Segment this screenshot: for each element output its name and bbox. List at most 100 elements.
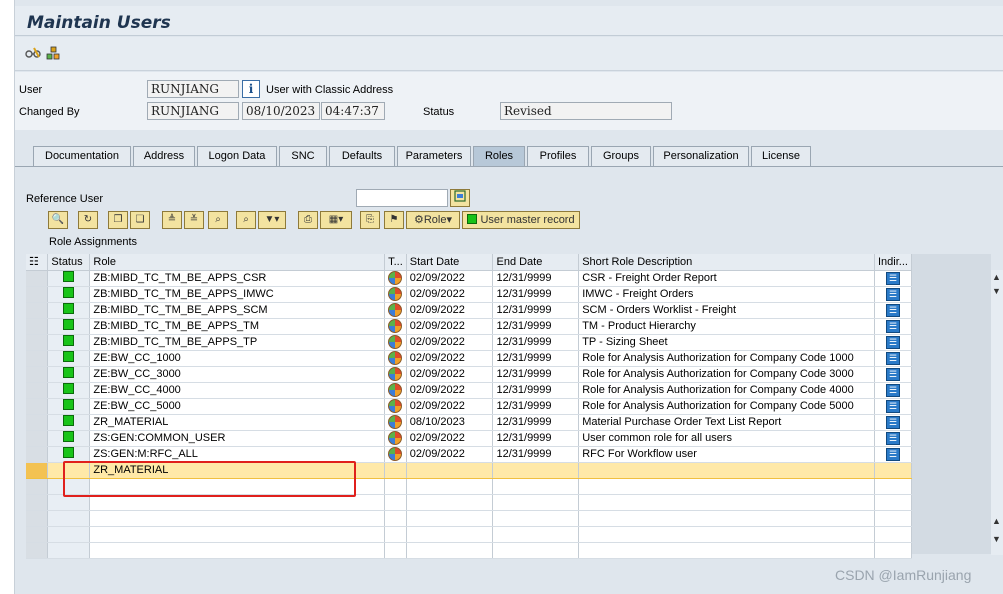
print-icon[interactable]: ⎙ [298, 211, 318, 229]
row-selector[interactable] [26, 414, 49, 431]
reference-user-input[interactable] [356, 189, 448, 207]
tab-address[interactable]: Address [133, 146, 195, 167]
tab-snc[interactable]: SNC [279, 146, 327, 167]
end-date-cell[interactable]: 12/31/9999 [492, 318, 580, 335]
table-row[interactable]: ZB:MIBD_TC_TM_BE_APPS_CSR 02/09/2022 12/31… [26, 270, 912, 287]
details-list-icon[interactable]: ☰ [886, 271, 900, 285]
select-all-icon[interactable]: ☷ [26, 254, 49, 271]
end-date-cell[interactable]: 12/31/9999 [492, 302, 580, 319]
export-icon[interactable]: ⎘ [360, 211, 380, 229]
start-date-cell[interactable]: 02/09/2022 [406, 318, 494, 335]
details-list-icon[interactable]: ☰ [886, 319, 900, 333]
role-cell[interactable]: ZE:BW_CC_5000 [89, 398, 386, 415]
end-date-cell[interactable] [492, 478, 580, 495]
table-row[interactable]: ZR_MATERIAL 08/10/2023 12/31/9999 Material … [26, 414, 912, 431]
table-row[interactable]: ZE:BW_CC_3000 02/09/2022 12/31/9999 Role fo… [26, 366, 912, 383]
table-row[interactable]: ZB:MIBD_TC_TM_BE_APPS_TP 02/09/2022 12/31/… [26, 334, 912, 351]
details-list-icon[interactable]: ☰ [886, 431, 900, 445]
tab-license[interactable]: License [751, 146, 811, 167]
row-selector[interactable] [26, 302, 49, 319]
table-row[interactable]: ZB:MIBD_TC_TM_BE_APPS_SCM 02/09/2022 12/31… [26, 302, 912, 319]
indirect-cell[interactable]: ☰ [874, 318, 912, 335]
indirect-cell[interactable]: ☰ [874, 286, 912, 303]
end-date-cell[interactable]: 12/31/9999 [492, 398, 580, 415]
tab-logon-data[interactable]: Logon Data [197, 146, 277, 167]
start-date-cell[interactable]: 02/09/2022 [406, 334, 494, 351]
role-cell[interactable]: ZS:GEN:COMMON_USER [89, 430, 386, 447]
start-date-cell[interactable] [406, 510, 494, 527]
row-selector[interactable] [26, 334, 49, 351]
tab-roles[interactable]: Roles [473, 146, 525, 167]
indirect-cell[interactable]: ☰ [874, 446, 912, 463]
start-date-cell[interactable]: 08/10/2023 [406, 414, 494, 431]
row-selector[interactable] [26, 446, 49, 463]
empty-row[interactable] [26, 526, 912, 543]
column-short-description[interactable]: Short Role Description [578, 254, 875, 271]
table-row[interactable]: ZE:BW_CC_1000 02/09/2022 12/31/9999 Role fo… [26, 350, 912, 367]
filter-icon[interactable]: ▼▾ [258, 211, 286, 229]
end-date-cell[interactable]: 12/31/9999 [492, 366, 580, 383]
end-date-cell[interactable] [492, 494, 580, 511]
role-cell[interactable] [89, 526, 386, 543]
row-selector[interactable] [26, 398, 49, 415]
paste-icon[interactable]: ❏ [130, 211, 150, 229]
table-row[interactable]: ZB:MIBD_TC_TM_BE_APPS_IMWC 02/09/2022 12/3… [26, 286, 912, 303]
tab-parameters[interactable]: Parameters [397, 146, 471, 167]
tab-personalization[interactable]: Personalization [653, 146, 749, 167]
details-icon[interactable]: 🔍 [48, 211, 68, 229]
end-date-cell[interactable] [492, 462, 580, 479]
scroll-up-icon[interactable]: ▲ [992, 272, 1001, 282]
start-date-cell[interactable] [406, 494, 494, 511]
find-next-icon[interactable]: ⌕ [236, 211, 256, 229]
sort-ascending-icon[interactable]: ≜ [162, 211, 182, 229]
row-selector[interactable] [26, 366, 49, 383]
row-selector[interactable] [26, 510, 49, 527]
indirect-cell[interactable]: ☰ [874, 366, 912, 383]
table-row[interactable]: ZS:GEN:M:RFC_ALL 02/09/2022 12/31/9999 RFC … [26, 446, 912, 463]
table-row[interactable]: ZB:MIBD_TC_TM_BE_APPS_TM 02/09/2022 12/31/… [26, 318, 912, 335]
role-cell[interactable]: ZB:MIBD_TC_TM_BE_APPS_CSR [89, 270, 386, 287]
role-cell[interactable]: ZB:MIBD_TC_TM_BE_APPS_SCM [89, 302, 386, 319]
end-date-cell[interactable]: 12/31/9999 [492, 414, 580, 431]
column-start-date[interactable]: Start Date [406, 254, 494, 271]
empty-row[interactable] [26, 510, 912, 527]
row-selector[interactable] [26, 430, 49, 447]
end-date-cell[interactable] [492, 510, 580, 527]
tab-documentation[interactable]: Documentation [33, 146, 131, 167]
row-selector[interactable] [26, 542, 49, 559]
indirect-cell[interactable]: ☰ [874, 270, 912, 287]
indirect-cell[interactable]: ☰ [874, 398, 912, 415]
row-selector[interactable] [26, 286, 49, 303]
end-date-cell[interactable]: 12/31/9999 [492, 270, 580, 287]
tab-defaults[interactable]: Defaults [329, 146, 395, 167]
start-date-cell[interactable] [406, 478, 494, 495]
end-date-cell[interactable]: 12/31/9999 [492, 446, 580, 463]
indirect-cell[interactable]: ☰ [874, 302, 912, 319]
indirect-cell[interactable]: ☰ [874, 430, 912, 447]
table-row[interactable]: ZE:BW_CC_5000 02/09/2022 12/31/9999 Role fo… [26, 398, 912, 415]
details-list-icon[interactable]: ☰ [886, 415, 900, 429]
start-date-cell[interactable] [406, 462, 494, 479]
find-icon[interactable]: ⌕ [208, 211, 228, 229]
scroll-up-icon[interactable]: ▲ [992, 516, 1001, 526]
details-list-icon[interactable]: ☰ [886, 399, 900, 413]
scroll-down-icon[interactable]: ▼ [992, 286, 1001, 296]
row-selector[interactable] [26, 462, 49, 479]
row-selector[interactable] [26, 526, 49, 543]
details-list-icon[interactable]: ☰ [886, 335, 900, 349]
role-cell[interactable]: ZE:BW_CC_4000 [89, 382, 386, 399]
start-date-cell[interactable]: 02/09/2022 [406, 398, 494, 415]
end-date-cell[interactable]: 12/31/9999 [492, 430, 580, 447]
end-date-cell[interactable]: 12/31/9999 [492, 334, 580, 351]
scroll-down-icon[interactable]: ▼ [992, 534, 1001, 544]
details-list-icon[interactable]: ☰ [886, 351, 900, 365]
start-date-cell[interactable] [406, 526, 494, 543]
user-master-record-button[interactable]: User master record [462, 211, 580, 229]
column-end-date[interactable]: End Date [492, 254, 580, 271]
refresh-icon[interactable]: ↻ [78, 211, 98, 229]
indirect-cell[interactable]: ☰ [874, 350, 912, 367]
end-date-cell[interactable]: 12/31/9999 [492, 286, 580, 303]
details-list-icon[interactable]: ☰ [886, 303, 900, 317]
start-date-cell[interactable]: 02/09/2022 [406, 366, 494, 383]
end-date-cell[interactable] [492, 526, 580, 543]
